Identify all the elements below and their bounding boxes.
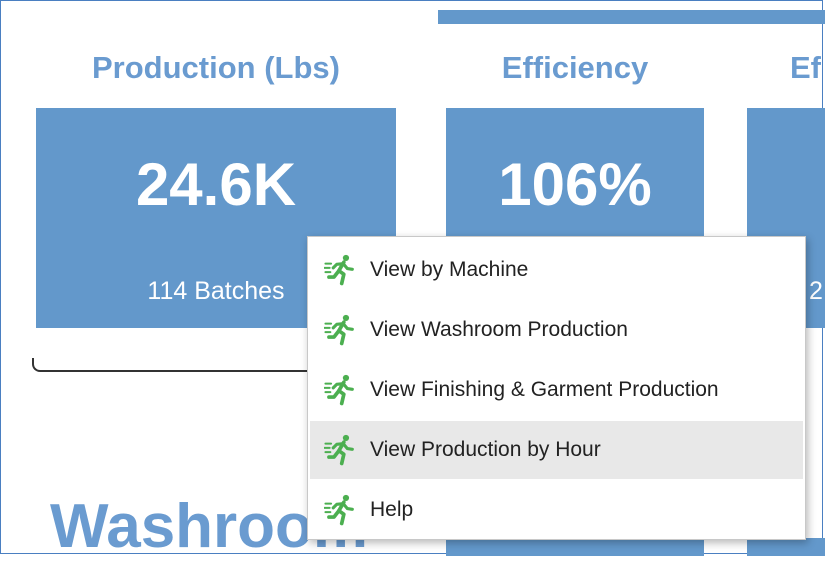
card-third-header: Ef [790,50,821,85]
menu-item-view-production-by-hour[interactable]: View Production by Hour [310,421,803,479]
running-person-icon [324,254,354,286]
running-person-icon [324,314,354,346]
menu-item-label: View by Machine [370,258,529,281]
card-border [32,358,312,372]
bottom-tile [446,538,704,556]
running-person-icon [324,494,354,526]
running-person-icon [324,434,354,466]
menu-item-label: View Finishing & Garment Production [370,378,719,401]
card-efficiency-header: Efficiency [501,50,649,85]
menu-item-label: View Production by Hour [370,438,601,461]
context-menu: View by Machine View Washroom Production… [307,236,806,540]
menu-item-view-finishing-garment[interactable]: View Finishing & Garment Production [310,361,803,419]
bottom-tile-right [747,538,825,556]
running-person-icon [324,374,354,406]
menu-item-view-washroom-production[interactable]: View Washroom Production [310,301,803,359]
card-production-header: Production (Lbs) [92,50,340,85]
top-strip [438,10,825,24]
card-efficiency-value: 106% [498,151,652,218]
menu-item-label: View Washroom Production [370,318,628,341]
menu-item-view-by-machine[interactable]: View by Machine [310,241,803,299]
card-production-value: 24.6K [135,151,297,218]
menu-item-help[interactable]: Help [310,481,803,539]
menu-item-label: Help [370,498,414,521]
